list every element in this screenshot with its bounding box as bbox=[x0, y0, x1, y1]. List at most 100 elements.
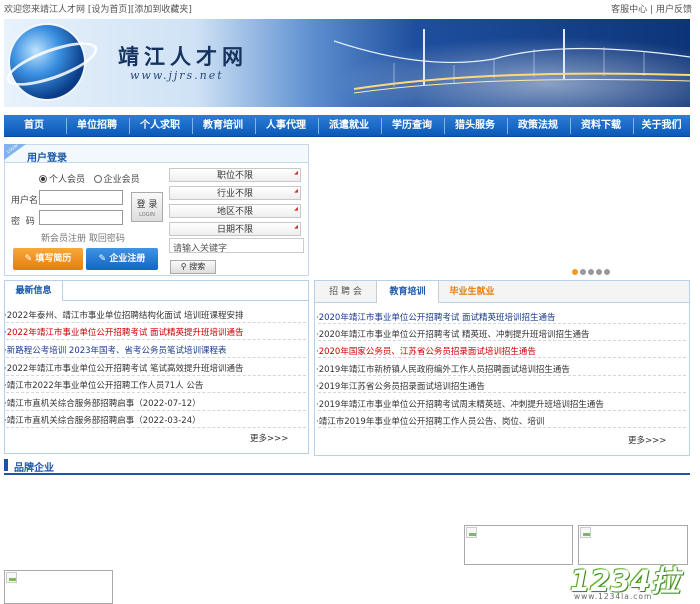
search-button[interactable]: ⚲ 搜索 bbox=[170, 260, 216, 274]
search-icon: ⚲ bbox=[180, 262, 187, 271]
news-item[interactable]: ·2019年靖江市新桥镇人民政府编外工作人员招聘面试培训招生通告 bbox=[316, 363, 570, 375]
news-item[interactable]: ·2020年国家公务员、江苏省公务员招录面试培训招生通告 bbox=[316, 345, 536, 357]
top-bar: 欢迎您来靖江人才网 [设为首页][添加到收藏夹] 客服中心 | 用户反馈 bbox=[0, 0, 700, 16]
slider-dot[interactable] bbox=[572, 269, 578, 275]
divider bbox=[318, 323, 686, 324]
nav-headhunter[interactable]: 猎头服务 bbox=[444, 115, 506, 137]
nav-home[interactable]: 首页 bbox=[4, 115, 64, 137]
register-link[interactable]: 新会员注册 bbox=[41, 234, 86, 244]
radio-personal[interactable] bbox=[39, 175, 47, 183]
date-select-value: 日期不限 bbox=[216, 225, 253, 235]
region-select[interactable]: 地区不限 ◢ bbox=[169, 204, 301, 218]
password-field[interactable] bbox=[39, 210, 123, 225]
feedback-link[interactable]: 用户反馈 bbox=[656, 5, 692, 15]
bridge-illustration bbox=[334, 29, 690, 107]
header-banner: 靖江人才网 www.jjrs.net bbox=[4, 19, 690, 107]
dropdown-arrow-icon: ◢ bbox=[294, 206, 298, 212]
divider bbox=[318, 392, 686, 393]
brand-logo-image[interactable] bbox=[4, 570, 113, 604]
radio-company-label: 企业会员 bbox=[103, 175, 140, 185]
industry-select-value: 行业不限 bbox=[216, 189, 253, 199]
news-item[interactable]: ·靖江市直机关综合服务部招聘启事（2022-07-12） bbox=[4, 397, 201, 409]
news-item[interactable]: ·靖江市直机关综合服务部招聘启事（2022-03-24） bbox=[4, 414, 201, 426]
tab-latest-info[interactable]: 最新信息 bbox=[5, 281, 63, 301]
keyword-placeholder: 请输入关键字 bbox=[173, 244, 228, 254]
divider bbox=[318, 375, 686, 376]
dropdown-arrow-icon: ◢ bbox=[294, 170, 298, 176]
watermark-url: www.1234la.com bbox=[574, 592, 653, 601]
add-favorite-link[interactable]: [添加到收藏夹] bbox=[131, 5, 192, 15]
industry-select[interactable]: 行业不限 ◢ bbox=[169, 186, 301, 200]
top-bar-right: 客服中心 | 用户反馈 bbox=[611, 2, 692, 15]
position-select-value: 职位不限 bbox=[216, 171, 253, 181]
tab-job-fair[interactable]: 招 聘 会 bbox=[315, 281, 377, 303]
company-register-button[interactable]: ✎ 企业注册 bbox=[86, 248, 158, 270]
news-item[interactable]: ·2022年泰州、靖江市事业单位招聘结构化面试 培训班课程安排 bbox=[4, 309, 244, 321]
fill-resume-label: 填写简历 bbox=[35, 254, 72, 264]
radio-personal-label: 个人会员 bbox=[49, 175, 86, 185]
nav-job-seek[interactable]: 个人求职 bbox=[129, 115, 191, 137]
latest-more-link[interactable]: 更多>>> bbox=[250, 432, 288, 444]
slider-dot[interactable] bbox=[580, 269, 586, 275]
nav-downloads[interactable]: 资料下载 bbox=[570, 115, 632, 137]
dropdown-arrow-icon: ◢ bbox=[294, 224, 298, 230]
username-field[interactable] bbox=[39, 190, 123, 205]
radio-company[interactable] bbox=[93, 175, 102, 183]
search-button-label: 搜索 bbox=[189, 262, 206, 271]
news-item[interactable]: ·2019年江苏省公务员招录面试培训招生通告 bbox=[316, 380, 485, 392]
slider-dot[interactable] bbox=[596, 269, 602, 275]
position-select[interactable]: 职位不限 ◢ bbox=[169, 168, 301, 182]
divider bbox=[6, 375, 306, 376]
service-center-link[interactable]: 客服中心 bbox=[611, 5, 647, 15]
nav-training[interactable]: 教育培训 bbox=[192, 115, 254, 137]
nav-degree-query[interactable]: 学历查询 bbox=[381, 115, 443, 137]
nav-company-recruit[interactable]: 单位招聘 bbox=[66, 115, 128, 137]
dropdown-arrow-icon: ◢ bbox=[294, 188, 298, 194]
news-item[interactable]: ·2022年靖江市事业单位公开招聘考试 笔试高效提升班培训通告 bbox=[4, 362, 244, 374]
news-item[interactable]: ·靖江市2022年事业单位公开招聘工作人员71人 公告 bbox=[4, 379, 203, 391]
nav-policy[interactable]: 政策法规 bbox=[507, 115, 569, 137]
fill-resume-button[interactable]: ✎ 填写简历 bbox=[13, 248, 83, 270]
news-item[interactable]: ·2019年靖江市事业单位公开招聘考试周末精英班、冲刺提升班培训招生通告 bbox=[316, 398, 604, 410]
divider bbox=[318, 427, 686, 428]
news-item[interactable]: ·2020年靖江市事业单位公开招聘考试 面试精英班培训招生通告 bbox=[316, 311, 556, 323]
news-item[interactable]: ·2020年靖江市事业单位公开招聘考试 精英班、冲刺提升班培训招生通告 bbox=[316, 328, 590, 340]
login-button[interactable]: 登 录 LOGIN bbox=[131, 192, 163, 222]
login-button-label: 登 录 bbox=[136, 200, 158, 210]
site-logo-url: www.jjrs.net bbox=[130, 69, 224, 82]
divider bbox=[6, 410, 306, 411]
news-item[interactable]: ·新路程公考培训 2023年国考、省考公务员笔试培训课程表 bbox=[4, 344, 227, 356]
forgot-password-link[interactable]: 取回密码 bbox=[89, 234, 125, 244]
nav-dispatch[interactable]: 派遣就业 bbox=[318, 115, 380, 137]
divider bbox=[6, 357, 306, 358]
site-logo-text: 靖江人才网 bbox=[118, 44, 248, 69]
login-header: 用户登录 bbox=[5, 145, 308, 164]
divider bbox=[6, 339, 306, 340]
training-tabbar: 招 聘 会 教育培训 毕业生就业 bbox=[315, 281, 689, 303]
brand-logo-image[interactable] bbox=[464, 525, 573, 565]
tab-training[interactable]: 教育培训 bbox=[377, 281, 439, 303]
region-select-value: 地区不限 bbox=[216, 207, 253, 217]
news-item[interactable]: ·靖江市2019年事业单位公开招聘工作人员公告、岗位、培训 bbox=[316, 415, 544, 427]
divider bbox=[318, 357, 686, 358]
nav-about[interactable]: 关于我们 bbox=[633, 115, 690, 137]
training-more-link[interactable]: 更多>>> bbox=[628, 434, 666, 446]
tab-graduate-jobs[interactable]: 毕业生就业 bbox=[439, 281, 505, 303]
main-nav: 首页 单位招聘 个人求职 教育培训 人事代理 派遣就业 学历查询 猎头服务 政策… bbox=[4, 115, 690, 137]
date-select[interactable]: 日期不限 ◢ bbox=[169, 222, 301, 236]
set-home-link[interactable]: [设为首页] bbox=[88, 5, 131, 15]
slider-dot[interactable] bbox=[604, 269, 610, 275]
login-button-sublabel: LOGIN bbox=[139, 212, 155, 218]
nav-hr-agency[interactable]: 人事代理 bbox=[255, 115, 317, 137]
slider-dots bbox=[572, 268, 612, 278]
company-icon: ✎ bbox=[98, 254, 107, 264]
divider bbox=[6, 427, 306, 428]
watermark-logo: 1234拉 www.1234la.com bbox=[570, 558, 696, 602]
news-item[interactable]: ·2022年靖江市事业单位公开招聘考试 面试精英提升班培训通告 bbox=[4, 326, 244, 338]
company-register-label: 企业注册 bbox=[109, 254, 146, 264]
slider-dot[interactable] bbox=[588, 269, 594, 275]
username-label: 用户名 bbox=[11, 196, 39, 206]
keyword-input[interactable]: 请输入关键字 bbox=[169, 238, 304, 254]
welcome-text: 欢迎您来靖江人才网 bbox=[4, 5, 86, 15]
divider bbox=[6, 322, 306, 323]
